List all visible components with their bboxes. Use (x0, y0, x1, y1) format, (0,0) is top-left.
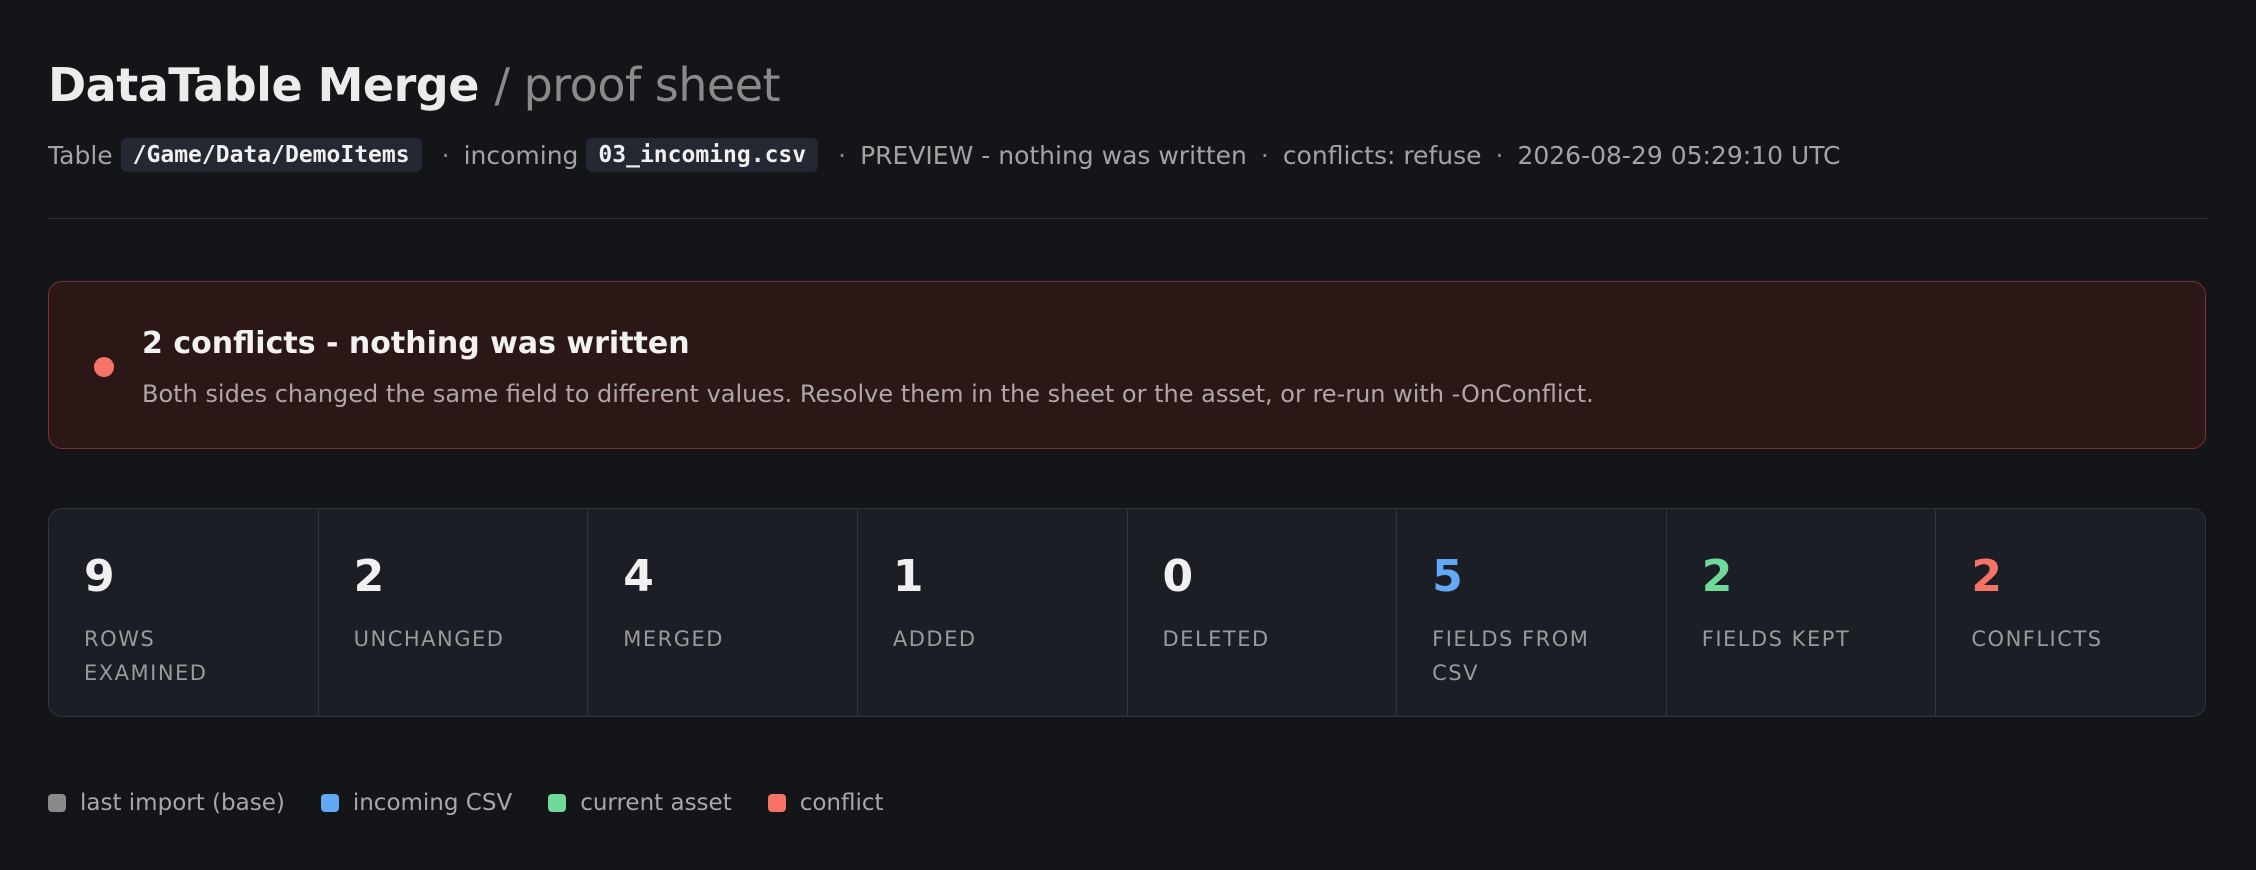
stat-label: UNCHANGED (353, 627, 505, 651)
stat-added: 1 ADDED (858, 509, 1128, 716)
stat-label: CONFLICTS (1971, 627, 2103, 651)
stat-value: 2 (1701, 551, 1733, 602)
legend-label: conflict (799, 790, 884, 816)
meta-separator: · (1495, 140, 1504, 170)
stat-deleted: 0 DELETED (1128, 509, 1398, 716)
page-subtitle: / proof sheet (494, 58, 781, 112)
mode-text: PREVIEW - nothing was written (860, 140, 1247, 170)
stat-label: DELETED (1162, 627, 1270, 651)
stat-value: 2 (1971, 551, 2002, 602)
stat-fields-from-csv: 5 FIELDS FROM CSV (1397, 509, 1667, 716)
stat-value: 5 (1432, 551, 1463, 602)
alert-dot-icon (94, 357, 114, 377)
page-title-main: DataTable Merge (48, 58, 479, 112)
incoming-file: 03_incoming.csv (586, 138, 819, 172)
stat-value: 2 (353, 551, 385, 602)
legend-item-incoming: incoming CSV (320, 790, 513, 816)
legend-swatch (548, 794, 567, 812)
legend-item-base: last import (base) (48, 790, 285, 816)
meta-line: Table /Game/Data/DemoItems · incoming 03… (48, 136, 1840, 174)
stats-grid: 9 ROWS EXAMINED 2 UNCHANGED 4 MERGED 1 A… (48, 508, 2206, 717)
legend: last import (base) incoming CSV current … (48, 790, 920, 816)
legend-label: current asset (580, 790, 732, 816)
legend-item-current: current asset (548, 790, 732, 816)
table-label: Table (48, 140, 113, 170)
incoming-label: incoming (463, 140, 579, 170)
stat-label: FIELDS KEPT (1701, 627, 1851, 651)
stat-merged: 4 MERGED (588, 509, 858, 716)
legend-item-conflict: conflict (767, 790, 884, 816)
table-path: /Game/Data/DemoItems (120, 138, 422, 172)
stat-conflicts: 2 CONFLICTS (1936, 509, 2205, 716)
conflicts-mode: conflicts: refuse (1282, 140, 1482, 170)
header-divider (48, 218, 2208, 219)
legend-label: last import (base) (80, 790, 285, 816)
stat-value: 0 (1162, 551, 1194, 602)
conflict-alert: 2 conflicts - nothing was written Both s… (48, 281, 2206, 449)
timestamp: 2026-08-29 05:29:10 UTC (1517, 140, 1841, 170)
meta-separator: · (441, 140, 450, 170)
stat-value: 4 (623, 551, 654, 602)
alert-body: Both sides changed the same field to dif… (142, 380, 1594, 408)
stat-fields-kept: 2 FIELDS KEPT (1667, 509, 1937, 716)
alert-title: 2 conflicts - nothing was written (142, 326, 690, 361)
stat-label: ADDED (892, 627, 977, 651)
stat-label: MERGED (623, 627, 724, 651)
legend-label: incoming CSV (352, 790, 513, 816)
page-title: DataTable Merge / proof sheet (48, 58, 781, 112)
stat-value: 1 (892, 551, 924, 602)
stat-rows-examined: 9 ROWS EXAMINED (49, 509, 319, 716)
stat-label: FIELDS FROM CSV (1432, 627, 1590, 685)
meta-separator: · (1260, 140, 1269, 170)
stat-label: ROWS EXAMINED (84, 627, 208, 685)
legend-swatch (48, 794, 66, 812)
meta-separator: · (838, 140, 847, 170)
legend-swatch (767, 794, 786, 812)
stat-unchanged: 2 UNCHANGED (319, 509, 589, 716)
stat-value: 9 (84, 551, 115, 602)
legend-swatch (320, 794, 339, 812)
